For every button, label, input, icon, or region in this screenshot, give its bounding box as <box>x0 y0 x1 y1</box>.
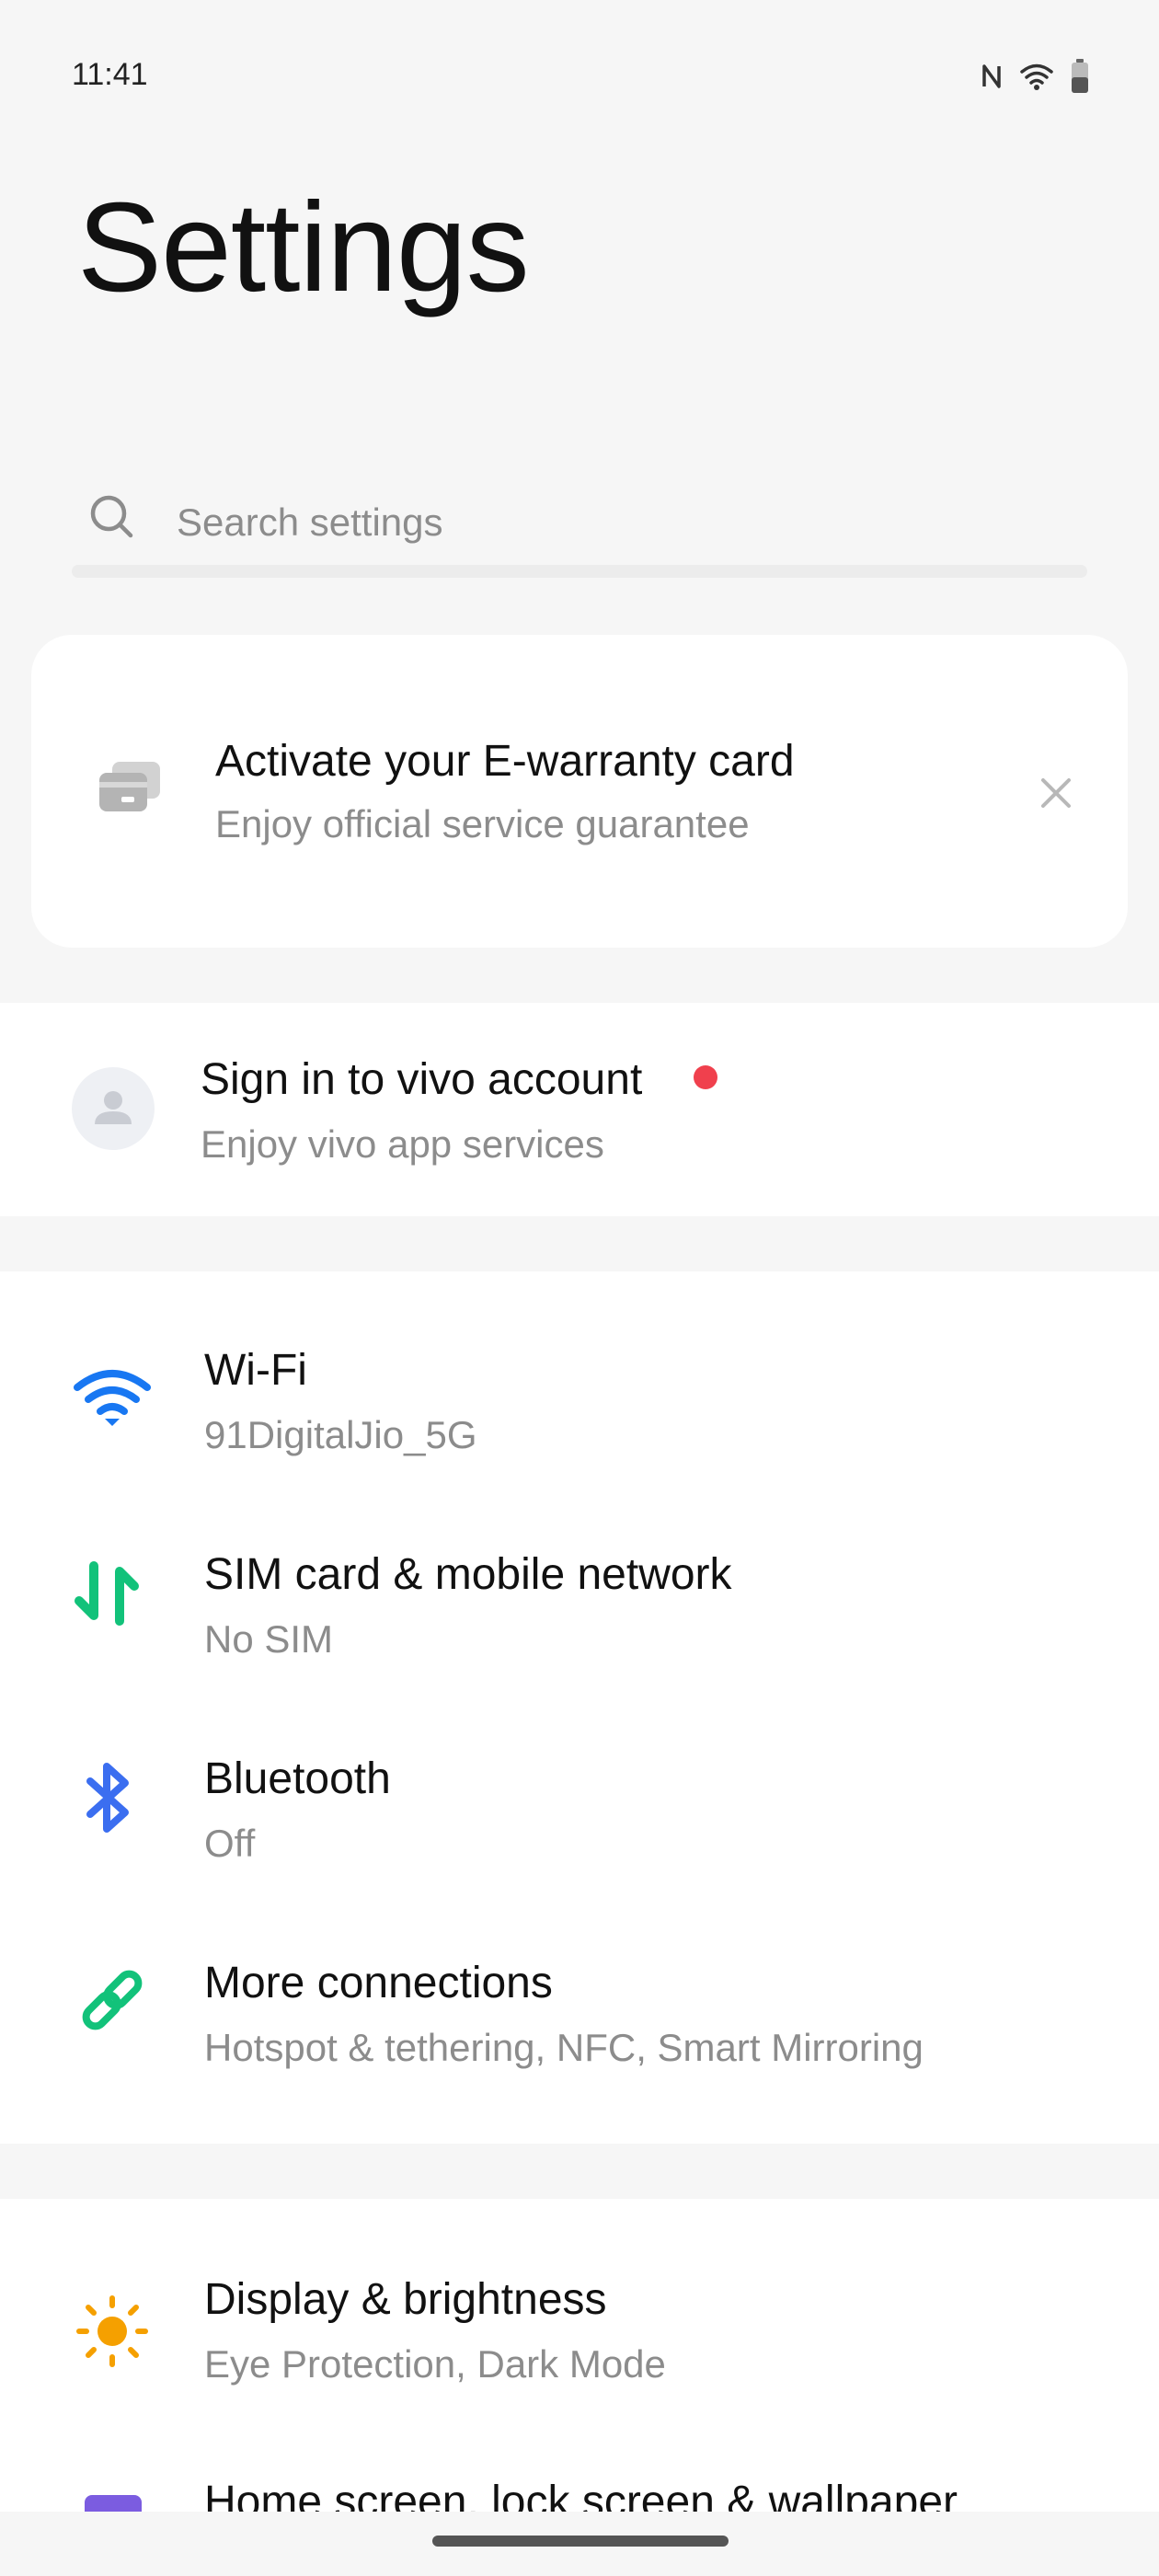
search-icon <box>90 495 133 538</box>
display-section: Display & brightness Eye Protection, Dar… <box>0 2199 1159 2512</box>
account-section: Sign in to vivo account Enjoy vivo app s… <box>0 1003 1159 1216</box>
nfc-icon <box>982 64 1001 88</box>
mobile-data-icon <box>75 1561 139 1626</box>
settings-item-more-connections[interactable]: More connections Hotspot & tethering, NF… <box>0 1884 1159 2144</box>
avatar <box>72 1067 155 1150</box>
warranty-subtitle: Enjoy official service guarantee <box>215 802 750 845</box>
page-title: Settings <box>77 177 530 318</box>
search-bar[interactable]: Search settings <box>72 469 1087 580</box>
connections-section: Wi-Fi 91DigitalJio_5G SIM card & mobile … <box>0 1271 1159 2144</box>
display-subtitle: Eye Protection, Dark Mode <box>204 2342 666 2386</box>
wifi-icon <box>1020 63 1053 90</box>
account-row[interactable]: Sign in to vivo account Enjoy vivo app s… <box>0 1003 1159 1216</box>
status-icons <box>981 59 1089 94</box>
settings-item-bluetooth[interactable]: Bluetooth Off <box>0 1680 1159 1884</box>
card-icon <box>99 762 160 811</box>
search-input[interactable]: Search settings <box>177 500 443 545</box>
sim-title: SIM card & mobile network <box>204 1550 732 1599</box>
home-indicator[interactable] <box>432 2536 729 2547</box>
sun-icon <box>76 2295 148 2367</box>
settings-item-display[interactable]: Display & brightness Eye Protection, Dar… <box>0 2199 1159 2410</box>
more-connections-subtitle: Hotspot & tethering, NFC, Smart Mirrorin… <box>204 2026 924 2069</box>
wifi-subtitle: 91DigitalJio_5G <box>204 1413 477 1456</box>
bluetooth-icon <box>86 1763 129 1833</box>
settings-item-wifi[interactable]: Wi-Fi 91DigitalJio_5G <box>0 1271 1159 1476</box>
bluetooth-title: Bluetooth <box>204 1754 391 1803</box>
bluetooth-subtitle: Off <box>204 1822 256 1865</box>
wifi-icon <box>74 1370 151 1426</box>
status-bar: 11:41 <box>0 0 1159 156</box>
battery-icon <box>1072 59 1088 93</box>
search-underline <box>72 565 1087 578</box>
status-time: 11:41 <box>72 57 148 92</box>
settings-item-sim[interactable]: SIM card & mobile network No SIM <box>0 1476 1159 1680</box>
warranty-title: Activate your E-warranty card <box>215 737 795 786</box>
close-icon[interactable] <box>1034 771 1078 815</box>
notification-dot <box>694 1065 717 1089</box>
wifi-title: Wi-Fi <box>204 1346 307 1395</box>
home-screen-title: Home screen, lock screen & wallpaper <box>204 2478 958 2512</box>
wallpaper-icon <box>85 2495 142 2512</box>
display-title: Display & brightness <box>204 2275 607 2324</box>
more-connections-title: More connections <box>204 1959 553 2007</box>
sim-subtitle: No SIM <box>204 1617 334 1661</box>
link-icon <box>82 1970 143 2030</box>
account-title: Sign in to vivo account <box>201 1055 643 1104</box>
account-subtitle: Enjoy vivo app services <box>201 1122 604 1166</box>
avatar-icon <box>95 1091 132 1124</box>
settings-item-home-screen[interactable]: Home screen, lock screen & wallpaper <box>0 2410 1159 2512</box>
warranty-card[interactable]: Activate your E-warranty card Enjoy offi… <box>31 635 1128 948</box>
